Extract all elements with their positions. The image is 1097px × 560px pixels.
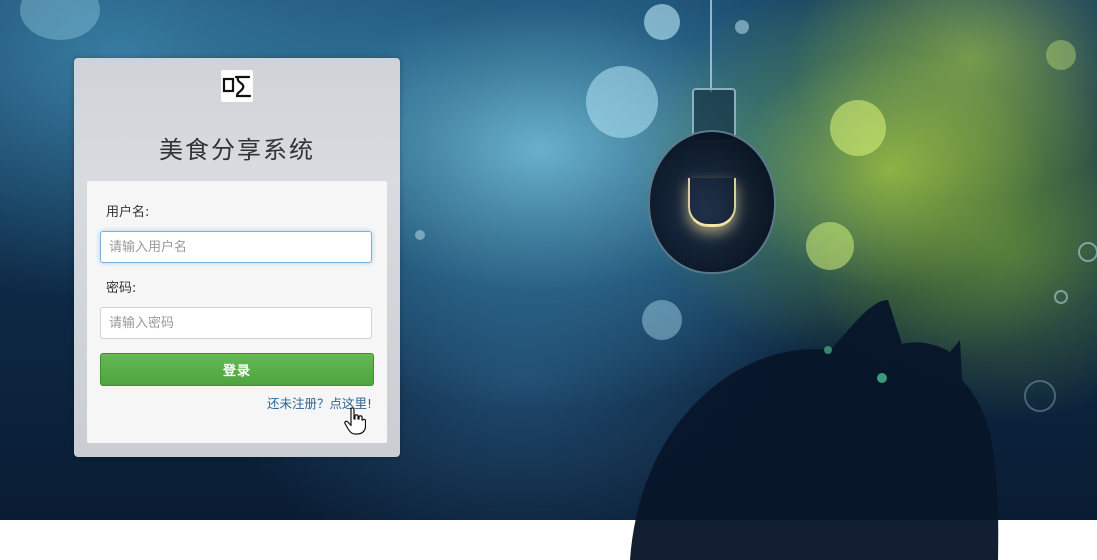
lightbulb-wire: [710, 0, 712, 92]
lightbulb-filament: [688, 178, 736, 227]
hand-pointer-icon: [344, 407, 366, 435]
password-label: 密码:: [106, 281, 137, 296]
page-title: 美食分享系统: [159, 136, 315, 164]
login-button[interactable]: 登录: [100, 353, 374, 386]
username-input[interactable]: [100, 231, 372, 263]
logo-icon: [221, 70, 253, 102]
username-label: 用户名:: [106, 205, 150, 220]
password-input[interactable]: [100, 307, 372, 339]
black-cat-illustration: [630, 300, 999, 560]
